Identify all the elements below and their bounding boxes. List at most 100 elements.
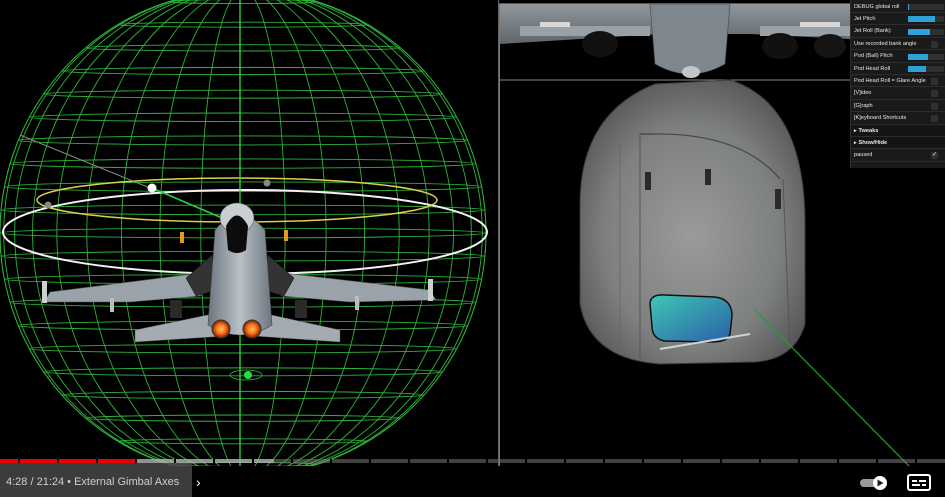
gimbal-globe-view[interactable] <box>0 0 498 466</box>
gui-row-label: [G]raph <box>854 102 873 109</box>
white-dot[interactable] <box>147 183 157 193</box>
current-time: 4:28 <box>6 476 28 488</box>
folder-arrow-icon: ▸ <box>854 139 857 146</box>
latitude-line <box>28 343 458 354</box>
chapter-marker <box>564 459 566 463</box>
chapter-marker <box>330 459 332 463</box>
gui-checkbox[interactable] <box>931 115 938 123</box>
app-viewport: DEBUG global roll Jet Pitch Jet Roll (Bank… <box>0 0 945 497</box>
chapter-marker <box>174 459 176 463</box>
chapter-marker <box>798 459 800 463</box>
gui-row-checkbox[interactable]: [V]ideo <box>851 88 945 100</box>
time-display: 4:28 / 21:24 • External Gimbal Axes <box>6 476 179 488</box>
latitude-line <box>168 0 318 5</box>
time-separator: / <box>27 476 37 488</box>
gui-row-label: Use recorded bank angle <box>854 40 917 47</box>
gui-slider-fill <box>908 53 928 60</box>
gray-dot-left <box>44 201 52 209</box>
gui-row-label: Pod (Ball) Pitch <box>854 53 893 60</box>
chapter-marker <box>876 459 878 463</box>
gui-row-checkbox[interactable]: Use recorded bank angle <box>851 38 945 51</box>
chapter-title[interactable]: External Gimbal Axes <box>74 476 179 488</box>
gray-dot-right <box>263 179 271 187</box>
gui-row-checkbox[interactable]: Pod Head Roll = Glare Angle <box>851 75 945 88</box>
gui-folder-show-hide[interactable]: ▸ Show/Hide <box>851 137 945 150</box>
title-bullet: • <box>64 476 75 488</box>
captions-button[interactable] <box>907 474 931 491</box>
chapter-marker <box>915 459 917 463</box>
chapter-marker <box>57 459 59 463</box>
chapter-marker <box>291 459 293 463</box>
chapter-marker <box>525 459 527 463</box>
gui-row-paused[interactable]: paused ✓ <box>851 150 945 162</box>
latitude-line <box>117 438 369 445</box>
chapter-marker <box>486 459 488 463</box>
gui-row-slider[interactable]: DEBUG global roll <box>851 1 945 13</box>
autoplay-toggle-icon <box>860 476 887 490</box>
line-of-sight <box>753 308 910 466</box>
gui-slider[interactable] <box>908 53 944 60</box>
gui-slider-fill <box>908 28 930 35</box>
green-pointer-line <box>151 187 223 219</box>
gimbal-globe-svg <box>0 0 488 466</box>
latitude-line <box>9 158 477 169</box>
chapter-marker <box>213 459 215 463</box>
gui-row-label: DEBUG global roll <box>854 3 900 10</box>
latitude-line <box>17 135 469 146</box>
chevron-right-icon[interactable]: › <box>196 474 208 490</box>
progress-played <box>0 459 137 463</box>
autoplay-toggle[interactable] <box>860 476 890 490</box>
gui-slider-fill <box>908 4 910 10</box>
chapter-marker <box>252 459 254 463</box>
duration: 21:24 <box>36 476 65 488</box>
progress-bar[interactable] <box>0 459 945 463</box>
gui-checkbox[interactable] <box>931 40 938 48</box>
paused-checkbox[interactable]: ✓ <box>931 152 938 160</box>
latitude-line <box>43 367 443 377</box>
chapter-marker <box>603 459 605 463</box>
gui-checkbox[interactable] <box>931 102 938 110</box>
gui-folder-tweaks[interactable]: ▸ Tweaks <box>851 125 945 137</box>
gui-slider[interactable] <box>908 28 944 35</box>
gui-row-slider[interactable]: Jet Roll (Bank) <box>851 26 945 38</box>
latitude-line <box>43 89 443 99</box>
gui-row-label: [V]ideo <box>854 90 872 97</box>
gui-row-label: [K]eyboard Shortcuts <box>854 115 907 122</box>
gui-checkbox[interactable] <box>931 77 938 85</box>
gui-row-slider[interactable]: Pod Head Roll <box>851 63 945 75</box>
gui-row-slider[interactable]: Jet Pitch <box>851 13 945 26</box>
gui-row-label: Pod Head Roll <box>854 65 891 72</box>
chapter-marker <box>408 459 410 463</box>
chapter-marker <box>135 459 137 463</box>
latitude-line <box>61 390 425 400</box>
chapter-marker <box>837 459 839 463</box>
gui-row-label: Jet Roll (Bank) <box>854 28 891 35</box>
chapter-marker <box>96 459 98 463</box>
gui-row-checkbox[interactable]: [K]eyboard Shortcuts <box>851 113 945 125</box>
gui-row-checkbox[interactable]: [G]raph <box>851 100 945 113</box>
chapter-marker <box>681 459 683 463</box>
chapter-marker <box>18 459 20 463</box>
green-dot <box>244 371 252 379</box>
gui-slider[interactable] <box>908 16 944 23</box>
chapter-marker <box>720 459 722 463</box>
chapter-marker <box>447 459 449 463</box>
captions-icon <box>907 474 931 491</box>
latitude-line <box>85 414 401 422</box>
gui-folder-label: Show/Hide <box>858 139 888 146</box>
gui-folder-label: Tweaks <box>858 127 879 134</box>
gui-slider[interactable] <box>908 4 944 10</box>
latitude-line <box>61 66 425 76</box>
gui-slider[interactable] <box>908 66 944 72</box>
chapter-marker <box>369 459 371 463</box>
gui-row-slider[interactable]: Pod (Ball) Pitch <box>851 51 945 63</box>
folder-arrow-icon: ▸ <box>854 127 857 134</box>
gui-row-label: Jet Pitch <box>854 15 876 22</box>
latitude-line <box>117 21 369 28</box>
latitude-line <box>85 44 401 52</box>
chapter-marker <box>759 459 761 463</box>
pod-lens <box>649 294 733 343</box>
gui-checkbox[interactable] <box>931 90 938 98</box>
paused-label: paused <box>854 152 873 159</box>
latitude-line <box>28 112 458 123</box>
